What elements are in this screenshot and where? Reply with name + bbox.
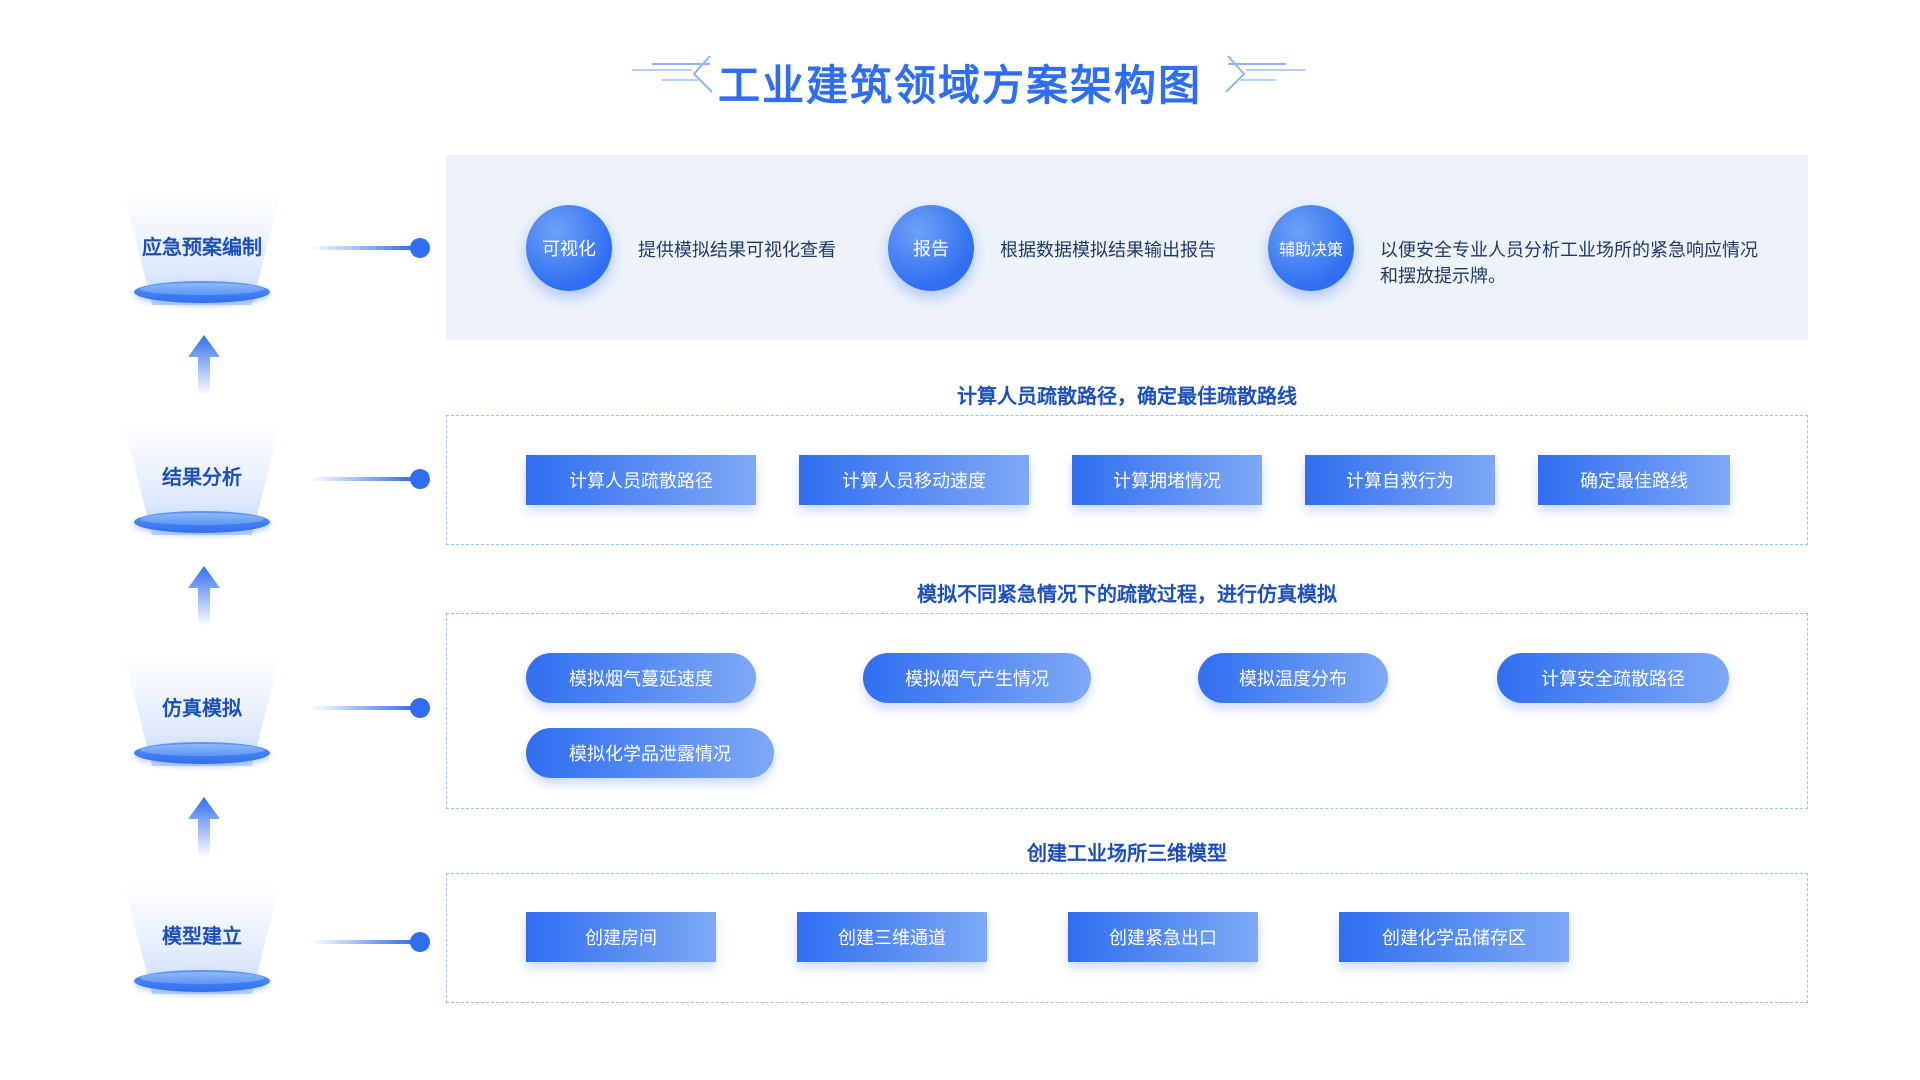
analysis-item: 计算拥堵情况: [1072, 455, 1262, 505]
simulation-caption: 模拟不同紧急情况下的疏散过程，进行仿真模拟: [917, 582, 1337, 606]
simulation-item: 模拟化学品泄露情况: [526, 728, 774, 778]
output-circle-report: 报告: [888, 205, 974, 291]
modeling-item: 创建紧急出口: [1068, 912, 1258, 962]
modeling-item: 创建三维通道: [797, 912, 987, 962]
stage-pedestal: [134, 511, 270, 533]
connector-dot-icon: [410, 469, 430, 489]
stage-label: 应急预案编制: [142, 235, 262, 259]
connector: [310, 237, 430, 259]
connector-dot-icon: [410, 238, 430, 258]
analysis-item: 计算人员疏散路径: [526, 455, 756, 505]
output-desc: 以便安全专业人员分析工业场所的紧急响应情况和摆放提示牌。: [1380, 240, 1758, 287]
output-desc: 提供模拟结果可视化查看: [638, 240, 836, 261]
stage-analysis: 结果分析: [110, 425, 294, 545]
stage-pedestal: [134, 281, 270, 303]
output-circle-visualization: 可视化: [526, 205, 612, 291]
output-circle-decision: 辅助决策: [1268, 205, 1354, 291]
analysis-caption: 计算人员疏散路径，确定最佳疏散路线: [957, 384, 1297, 408]
modeling-item: 创建房间: [526, 912, 716, 962]
connector: [310, 931, 430, 953]
simulation-item: 模拟烟气蔓延速度: [526, 653, 756, 703]
title-deco-right-icon: [1225, 55, 1306, 93]
stage-pedestal: [134, 970, 270, 992]
title-area: 工业建筑领域方案架构图: [0, 50, 1920, 110]
arrow-up-icon: [188, 335, 220, 395]
stage-modeling: 模型建立: [110, 884, 294, 1004]
stage-label: 仿真模拟: [162, 696, 242, 720]
analysis-item: 计算人员移动速度: [799, 455, 1029, 505]
analysis-item: 确定最佳路线: [1538, 455, 1730, 505]
connector-dot-icon: [410, 698, 430, 718]
stage-simulation: 仿真模拟: [110, 656, 294, 776]
stage-label: 结果分析: [162, 465, 242, 489]
analysis-item: 计算自救行为: [1305, 455, 1495, 505]
modeling-caption: 创建工业场所三维模型: [1027, 841, 1227, 865]
stage-pedestal: [134, 742, 270, 764]
simulation-item: 计算安全疏散路径: [1497, 653, 1729, 703]
output-desc: 根据数据模拟结果输出报告: [1000, 240, 1216, 261]
stage-label: 模型建立: [162, 924, 242, 948]
arrow-up-icon: [188, 566, 220, 626]
page-title: 工业建筑领域方案架构图: [717, 61, 1202, 110]
arrow-up-icon: [188, 797, 220, 857]
stage-plan: 应急预案编制: [110, 195, 294, 315]
simulation-item: 模拟温度分布: [1198, 653, 1388, 703]
connector-dot-icon: [410, 932, 430, 952]
simulation-item: 模拟烟气产生情况: [863, 653, 1091, 703]
simulation-panel: [446, 613, 1808, 809]
connector: [310, 468, 430, 490]
connector: [310, 697, 430, 719]
modeling-item: 创建化学品储存区: [1339, 912, 1569, 962]
